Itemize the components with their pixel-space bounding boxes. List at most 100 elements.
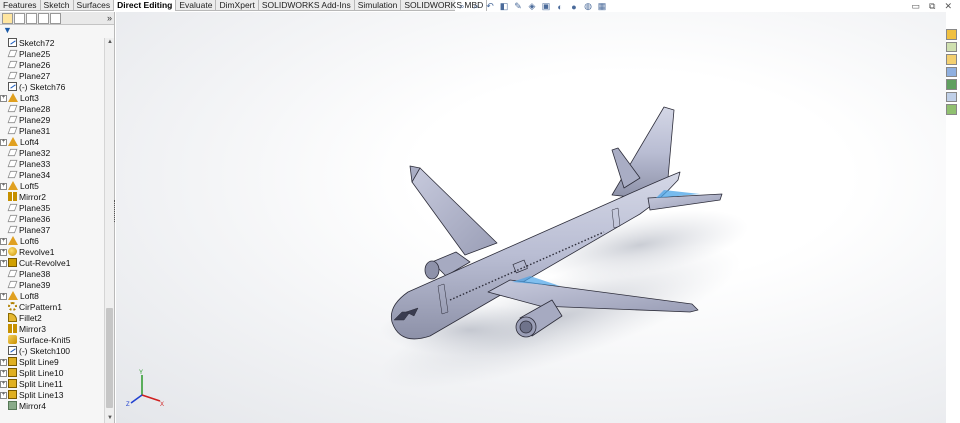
plane-feature-icon: [7, 60, 18, 69]
plane-feature-icon: [7, 71, 18, 80]
hide-show-icon[interactable]: ◐: [554, 1, 566, 13]
forum-icon[interactable]: [946, 104, 957, 116]
dynamic-annotation-icon[interactable]: ✎: [512, 1, 524, 13]
view-orientation-icon[interactable]: ◈: [526, 1, 538, 13]
edit-appearance-icon[interactable]: ●: [568, 1, 580, 13]
expand-toggle-icon[interactable]: +: [0, 293, 7, 300]
tree-item-label: Cut-Revolve1: [19, 258, 71, 268]
tree-item[interactable]: (-) Sketch76: [0, 82, 104, 93]
tree-item[interactable]: + Split Line9: [0, 357, 104, 368]
tree-item[interactable]: Plane26: [0, 60, 104, 71]
tree-item[interactable]: Plane31: [0, 126, 104, 137]
scroll-down-icon[interactable]: ▼: [105, 414, 115, 423]
design-library-icon[interactable]: [946, 41, 957, 53]
tree-item[interactable]: Plane32: [0, 148, 104, 159]
tree-item[interactable]: (-) Sketch100: [0, 346, 104, 357]
tree-item[interactable]: + Split Line13: [0, 390, 104, 401]
expand-toggle-icon[interactable]: +: [0, 238, 7, 245]
restore-icon[interactable]: ⧉: [929, 1, 935, 12]
zoom-to-fit-icon[interactable]: ⌕: [456, 1, 468, 13]
tab-features[interactable]: Features: [0, 0, 41, 11]
loft-feature-icon: [8, 291, 18, 300]
tree-item[interactable]: Mirror3: [0, 324, 104, 335]
tree-item[interactable]: + Cut-Revolve1: [0, 258, 104, 269]
tree-item-label: Fillet2: [19, 313, 42, 323]
configurationmanager-icon[interactable]: [26, 12, 37, 24]
propertymanager-icon[interactable]: [14, 12, 25, 24]
graphics-area[interactable]: Y X Z: [116, 12, 946, 423]
tree-item[interactable]: + Split Line11: [0, 379, 104, 390]
tree-item[interactable]: + Split Line10: [0, 368, 104, 379]
tab-solidworks-add-ins[interactable]: SOLIDWORKS Add-Ins: [259, 0, 355, 11]
expand-toggle-icon[interactable]: +: [0, 381, 7, 388]
expand-toggle-icon[interactable]: +: [0, 249, 7, 256]
display-manager-icon[interactable]: [50, 12, 61, 24]
tree-item[interactable]: Sketch72: [0, 38, 104, 49]
expand-toggle-icon[interactable]: +: [0, 392, 7, 399]
featuremanager-icon[interactable]: [2, 12, 13, 24]
view-settings-icon[interactable]: ▦: [596, 1, 608, 13]
expand-toggle-icon[interactable]: +: [0, 260, 7, 267]
appearances-icon[interactable]: [946, 79, 957, 90]
tab-dimxpert[interactable]: DimXpert: [216, 0, 259, 11]
tree-item[interactable]: + Loft4: [0, 137, 104, 148]
tree-item[interactable]: + Loft8: [0, 291, 104, 302]
tree-filter-icon[interactable]: ▼: [0, 25, 114, 36]
tree-item[interactable]: Plane35: [0, 203, 104, 214]
tab-evaluate[interactable]: Evaluate: [176, 0, 217, 11]
tree-item[interactable]: Plane37: [0, 225, 104, 236]
tree-item[interactable]: + Loft3: [0, 93, 104, 104]
view-palette-icon[interactable]: [946, 66, 957, 78]
task-pane-tabs: [946, 29, 960, 116]
display-style-icon[interactable]: ▣: [540, 1, 552, 13]
expand-toggle-icon[interactable]: +: [0, 139, 7, 146]
custom-properties-icon[interactable]: [946, 91, 957, 103]
tree-item-label: Split Line13: [19, 390, 64, 400]
tree-item[interactable]: CirPattern1: [0, 302, 104, 313]
tree-item[interactable]: Fillet2: [0, 313, 104, 324]
tree-item[interactable]: Mirror4: [0, 401, 104, 412]
tree-item[interactable]: + Revolve1: [0, 247, 104, 258]
triad-z-axis: [130, 394, 143, 404]
tree-item[interactable]: Plane36: [0, 214, 104, 225]
tree-item[interactable]: Plane27: [0, 71, 104, 82]
scene-icon[interactable]: ◍: [582, 1, 594, 13]
airplane-model[interactable]: [116, 12, 946, 423]
file-explorer-icon[interactable]: [946, 54, 957, 65]
previous-view-icon[interactable]: ↶: [484, 1, 496, 13]
tree-item[interactable]: Plane29: [0, 115, 104, 126]
expand-toggle-icon[interactable]: +: [0, 95, 7, 102]
tree-item-label: Surface-Knit5: [19, 335, 71, 345]
tree-item[interactable]: Plane39: [0, 280, 104, 291]
tree-item[interactable]: Mirror2: [0, 192, 104, 203]
scroll-up-icon[interactable]: ▲: [105, 38, 115, 47]
solidworks-resources-icon[interactable]: [946, 29, 957, 40]
expand-toggle-icon[interactable]: +: [0, 183, 7, 190]
tree-item[interactable]: + Loft6: [0, 236, 104, 247]
tab-simulation[interactable]: Simulation: [355, 0, 402, 11]
tree-item[interactable]: + Loft5: [0, 181, 104, 192]
zoom-area-icon[interactable]: ⌕: [470, 1, 482, 13]
tree-item[interactable]: Plane34: [0, 170, 104, 181]
dimxpert-icon[interactable]: [38, 12, 49, 24]
tree-scrollbar[interactable]: ▲ ▼: [104, 38, 114, 423]
tree-item[interactable]: Plane38: [0, 269, 104, 280]
tab-direct-editing[interactable]: Direct Editing: [114, 0, 177, 11]
scroll-thumb[interactable]: [106, 308, 113, 408]
tree-item[interactable]: Plane28: [0, 104, 104, 115]
tree-item-label: Plane37: [19, 225, 51, 235]
section-view-icon[interactable]: ◧: [498, 1, 510, 13]
expand-toggle-icon[interactable]: +: [0, 370, 7, 377]
tree-item-label: CirPattern1: [19, 302, 62, 312]
tab-sketch[interactable]: Sketch: [41, 0, 74, 11]
panel-tabs: »: [0, 12, 114, 25]
reference-triad: Y X Z: [126, 370, 164, 407]
tab-surfaces[interactable]: Surfaces: [74, 0, 115, 11]
minimize-icon[interactable]: ▭: [912, 1, 921, 12]
tree-item[interactable]: Plane33: [0, 159, 104, 170]
tree-item[interactable]: Surface-Knit5: [0, 335, 104, 346]
more-tabs-icon[interactable]: »: [107, 13, 112, 23]
tree-item[interactable]: Plane25: [0, 49, 104, 60]
expand-toggle-icon[interactable]: +: [0, 359, 7, 366]
close-icon[interactable]: ✕: [944, 1, 952, 12]
